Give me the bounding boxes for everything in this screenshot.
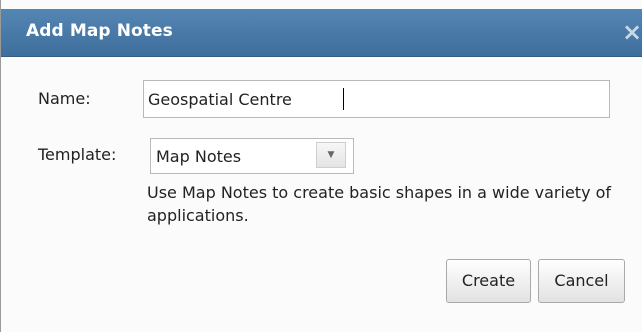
template-description: Use Map Notes to create basic shapes in …: [147, 183, 612, 225]
dialog-title: Add Map Notes: [26, 21, 173, 41]
add-map-notes-dialog: Add Map Notes × Name: Template: Map Note…: [0, 0, 642, 332]
chevron-down-icon[interactable]: ▼: [316, 142, 346, 168]
create-button[interactable]: Create: [446, 259, 531, 303]
template-label: Template:: [38, 145, 117, 164]
cancel-button[interactable]: Cancel: [538, 259, 625, 303]
text-caret: [343, 88, 344, 110]
template-select[interactable]: Map Notes ▼: [150, 138, 354, 174]
template-selected-value: Map Notes: [156, 147, 242, 166]
dialog-titlebar[interactable]: Add Map Notes ×: [1, 9, 642, 57]
close-icon[interactable]: ×: [618, 20, 642, 44]
name-input[interactable]: [143, 80, 610, 118]
name-label: Name:: [38, 89, 91, 108]
